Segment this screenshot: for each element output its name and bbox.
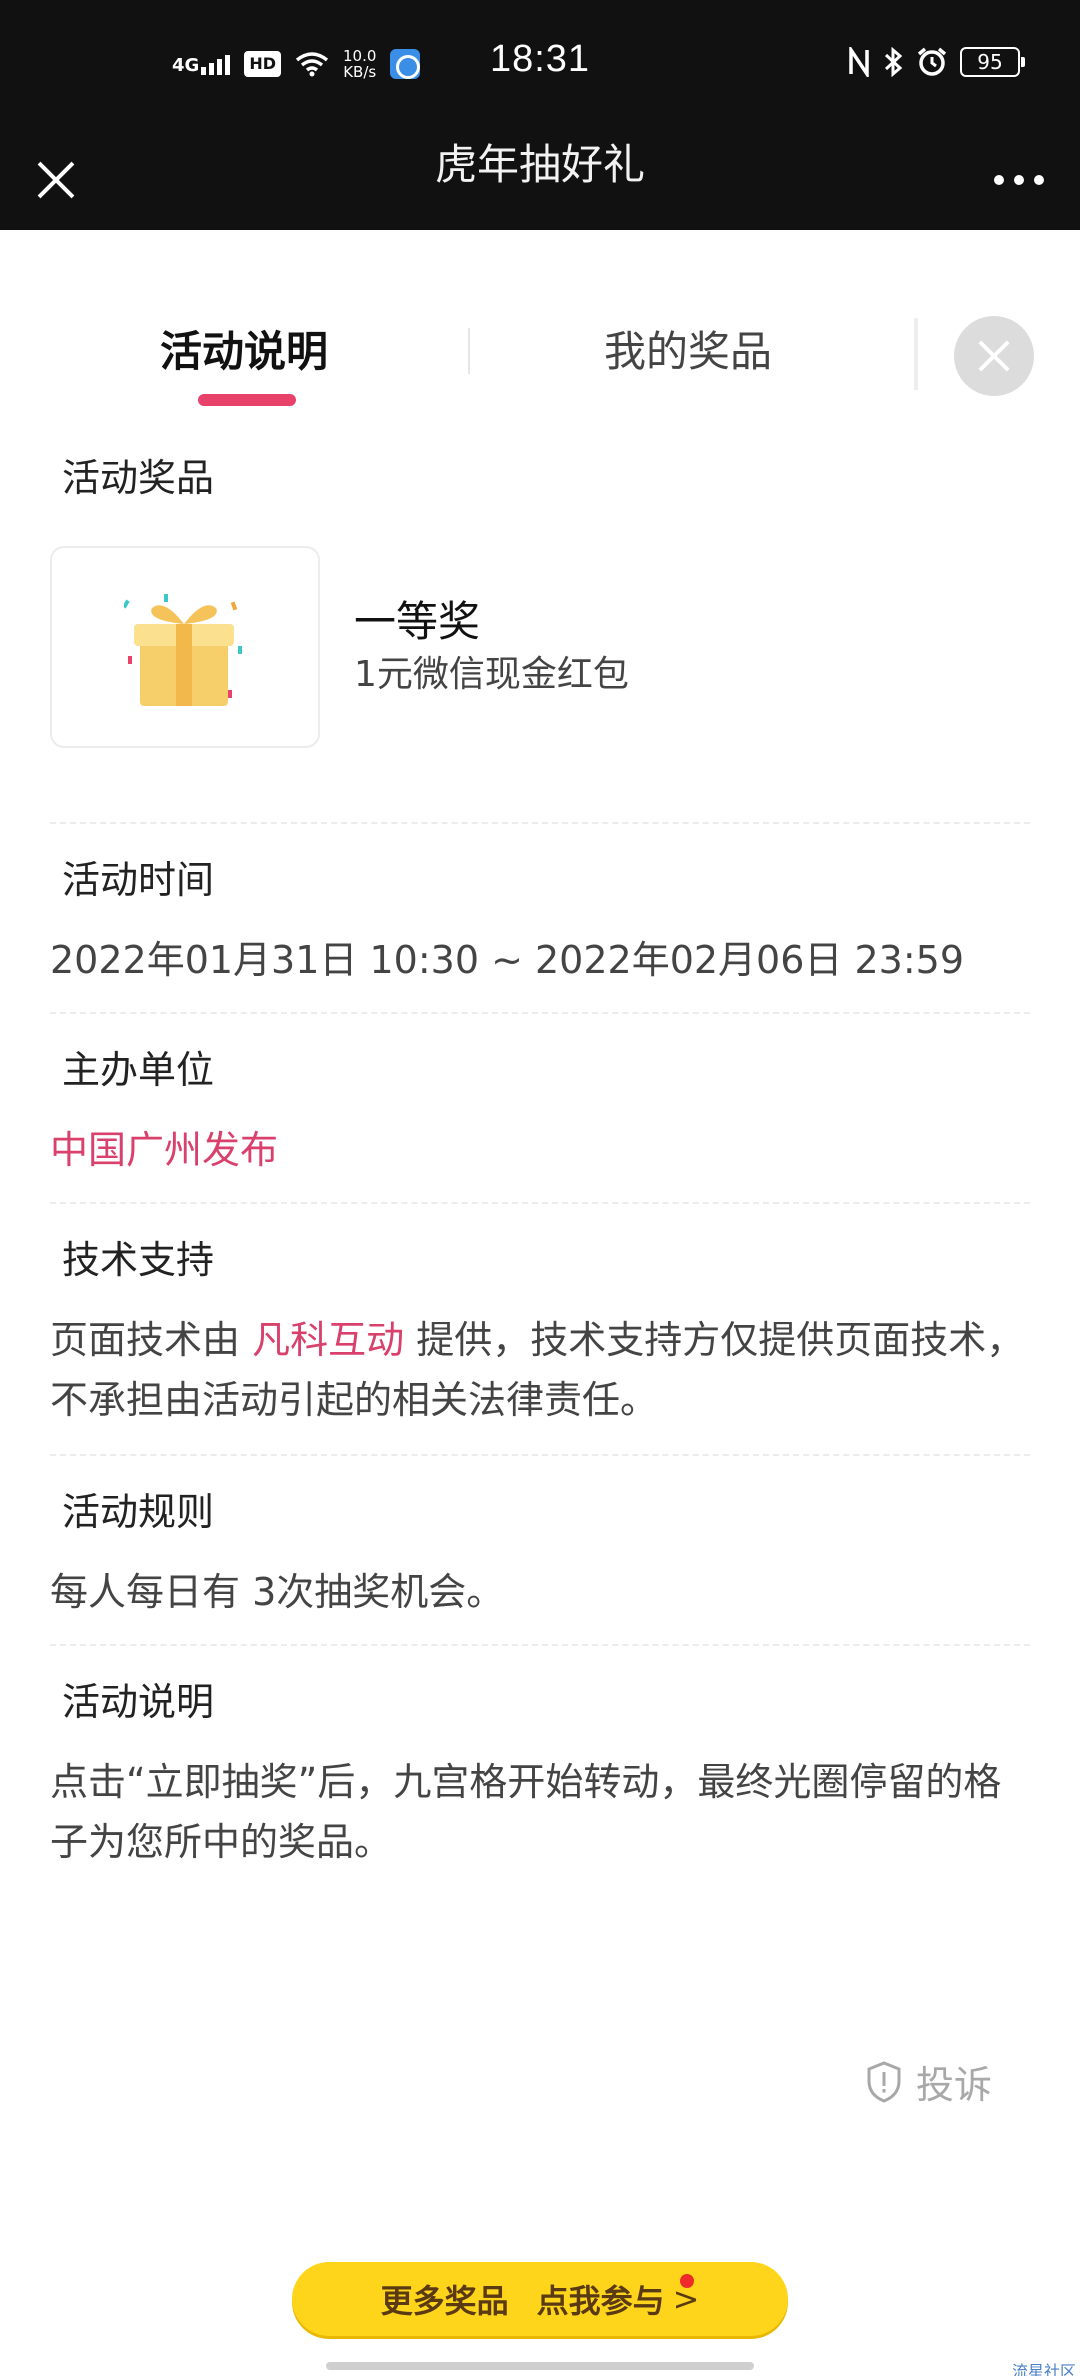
tech-support-text: 页面技术由 凡科互动 提供，技术支持方仅提供页面技术，不承担由活动引起的相关法律… — [50, 1318, 1025, 1422]
section-title: 活动时间 — [50, 852, 227, 916]
tab-my-prizes[interactable]: 我的奖品 — [604, 322, 772, 382]
tech-support-section: 技术支持 页面技术由 凡科互动 提供，技术支持方仅提供页面技术，不承担由活动引起… — [50, 1232, 1030, 1430]
bluetooth-icon — [884, 47, 903, 77]
status-right: 95 — [848, 46, 1025, 78]
organizer-link[interactable]: 中国广州发布 — [50, 1120, 1030, 1180]
tab-bar: 活动说明 我的奖品 — [0, 300, 1080, 410]
join-label: 点我参与 — [536, 2282, 665, 2320]
section-divider — [50, 1644, 1030, 1646]
more-prizes-label: 更多奖品 — [380, 2282, 509, 2320]
section-title: 活动规则 — [50, 1484, 227, 1548]
description-section: 活动说明 点击“立即抽奖”后，九宫格开始转动，最终光圈停留的格子为您所中的奖品。 — [50, 1674, 1030, 1872]
page-title: 虎年抽好礼 — [434, 140, 645, 189]
section-title: 主办单位 — [50, 1042, 227, 1106]
prize-level: 一等奖 — [354, 597, 481, 646]
section-title: 技术支持 — [50, 1232, 227, 1296]
alarm-icon — [917, 47, 947, 76]
section-divider — [50, 1202, 1030, 1204]
section-divider — [50, 1012, 1030, 1014]
shield-icon — [867, 2060, 901, 2103]
watermark: 流星社区 — [1011, 2362, 1076, 2376]
time-section: 活动时间 2022年01月31日 10:30 ~ 2022年02月06日 23:… — [50, 852, 1030, 990]
tech-provider-link[interactable]: 凡科互动 — [252, 1318, 404, 1362]
title-bar: 虎年抽好礼 — [0, 130, 1080, 230]
tab-active-indicator — [198, 394, 296, 406]
organizer-section: 主办单位 中国广州发布 — [50, 1042, 1030, 1180]
prize-item: 一等奖 1元微信现金红包 — [50, 546, 1030, 748]
prize-description: 1元微信现金红包 — [354, 654, 629, 695]
prize-image — [50, 546, 320, 748]
more-prizes-button[interactable]: 更多奖品 点我参与 > — [292, 2262, 788, 2336]
complain-label: 投诉 — [916, 2063, 993, 2107]
tab-divider — [468, 328, 470, 374]
rules-text: 每人每日有 3次抽奖机会。 — [50, 1570, 505, 1614]
rules-section: 活动规则 每人每日有 3次抽奖机会。 — [50, 1484, 1030, 1622]
section-divider — [50, 822, 1030, 824]
status-bar: 4G HD 10.0 KB/s 18:31 95 — [0, 0, 1080, 130]
nfc-icon — [849, 47, 869, 77]
activity-info-content: 活动奖品 一等奖 1元微信现金红包 活动时间 2022年01月31日 10:30… — [50, 450, 1030, 1872]
section-title: 活动奖品 — [50, 450, 227, 514]
activity-time-text: 2022年01月31日 10:30 ~ 2022年02月06日 23:59 — [50, 938, 965, 982]
description-text: 点击“立即抽奖”后，九宫格开始转动，最终光圈停留的格子为您所中的奖品。 — [50, 1760, 1002, 1864]
modal-close-button[interactable] — [954, 316, 1034, 396]
tab-divider — [914, 318, 918, 390]
tab-activity-info[interactable]: 活动说明 — [160, 322, 328, 382]
section-title: 活动说明 — [50, 1674, 227, 1738]
notification-dot — [680, 2274, 694, 2288]
home-indicator[interactable] — [326, 2362, 754, 2370]
section-divider — [50, 1454, 1030, 1456]
prizes-section: 活动奖品 一等奖 1元微信现金红包 — [50, 450, 1030, 748]
battery-icon: 95 — [960, 47, 1025, 77]
complain-button[interactable]: 投诉 — [866, 2054, 992, 2109]
prize-info: 一等奖 1元微信现金红包 — [354, 594, 629, 700]
more-options-icon[interactable] — [984, 152, 1054, 208]
gift-box-icon — [124, 594, 242, 706]
